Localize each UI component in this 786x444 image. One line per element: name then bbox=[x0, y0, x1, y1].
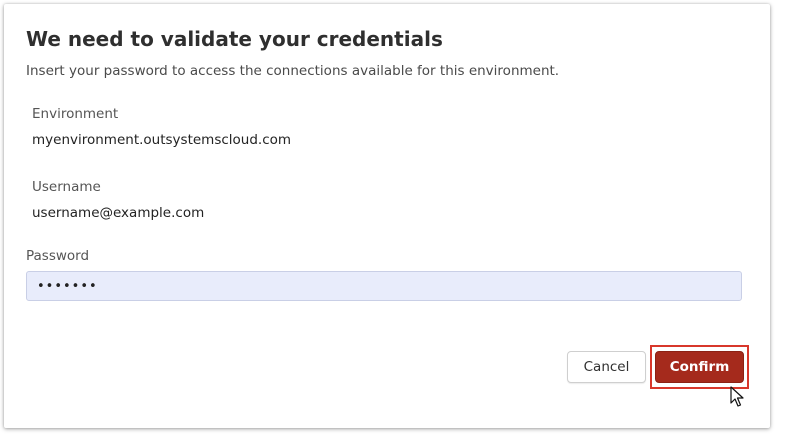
cancel-button[interactable]: Cancel bbox=[567, 351, 646, 383]
password-input[interactable] bbox=[26, 271, 742, 301]
environment-value: myenvironment.outsystemscloud.com bbox=[32, 132, 292, 148]
mouse-pointer-icon bbox=[730, 386, 744, 407]
dialog-subtitle: Insert your password to access the conne… bbox=[26, 63, 560, 79]
username-value: username@example.com bbox=[32, 205, 205, 221]
dialog-title: We need to validate your credentials bbox=[26, 27, 443, 51]
username-label: Username bbox=[32, 179, 101, 195]
credentials-dialog: We need to validate your credentials Ins… bbox=[4, 4, 770, 428]
password-label: Password bbox=[26, 248, 90, 264]
confirm-button[interactable]: Confirm bbox=[655, 351, 744, 383]
environment-label: Environment bbox=[32, 106, 119, 122]
